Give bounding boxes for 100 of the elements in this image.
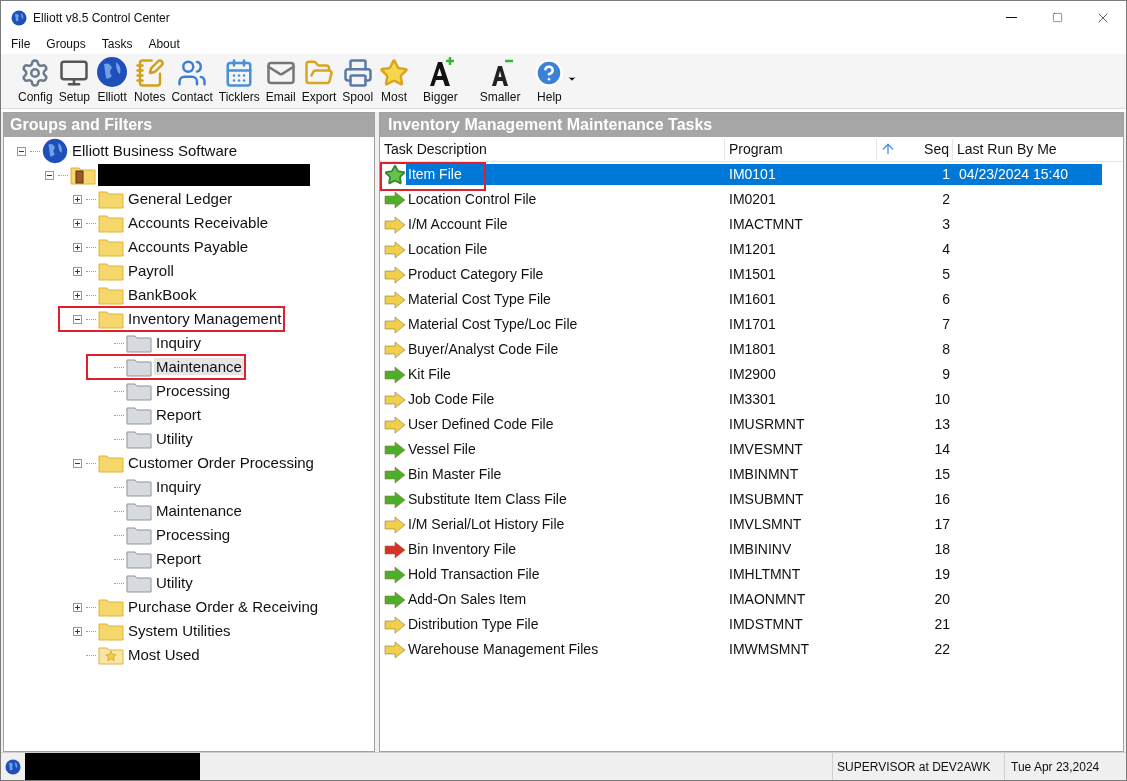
tree-item[interactable]: Most Used [126, 646, 202, 663]
tree-item[interactable]: Maintenance [154, 502, 244, 519]
expander-icon[interactable] [72, 242, 82, 252]
task-row[interactable]: Vessel File IMVESMNT 14 [380, 437, 1102, 462]
column-header[interactable]: Last Run By Me [953, 138, 1057, 160]
task-row[interactable]: Item File IM0101 1 04/23/2024 15:40 [380, 162, 1102, 187]
table-cell-text: IM1801 [728, 340, 777, 359]
toolbar-button[interactable]: Bigger [420, 56, 461, 106]
menu-item[interactable]: Groups [38, 35, 94, 53]
folder-icon [98, 621, 124, 641]
toolbar-button[interactable]: Notes [131, 58, 169, 106]
calendar-icon [224, 58, 255, 88]
toolbar-button[interactable]: Smaller [476, 56, 524, 106]
task-row[interactable]: Distribution Type File IMDSTMNT 21 [380, 612, 1102, 637]
expander-icon[interactable] [72, 314, 82, 324]
table-cell-text: 16 [933, 490, 951, 509]
task-row[interactable]: I/M Account File IMACTMNT 3 [380, 212, 1102, 237]
star-icon [384, 163, 406, 186]
task-row[interactable]: Hold Transaction File IMHLTMNT 19 [380, 562, 1102, 587]
menu-item[interactable]: File [3, 35, 39, 53]
folder-icon [126, 501, 152, 521]
tree-item[interactable]: Maintenance [154, 358, 244, 375]
task-row[interactable]: Product Category File IM1501 5 [380, 262, 1102, 287]
folder-icon [126, 573, 152, 593]
tree-item[interactable]: System Utilities [126, 622, 233, 639]
expander-icon[interactable] [16, 146, 26, 156]
task-row[interactable]: Kit File IM2900 9 [380, 362, 1102, 387]
status-user: SUPERVISOR at DEV2AWK [832, 753, 1004, 780]
expander-icon[interactable] [72, 602, 82, 612]
tree-item[interactable]: Inventory Management [126, 310, 284, 327]
tree-item[interactable]: Customer Order Processing [126, 454, 316, 471]
menu-item[interactable]: Tasks [93, 35, 141, 53]
expander-icon[interactable] [72, 194, 82, 204]
expander-icon[interactable] [72, 626, 82, 636]
task-row[interactable]: User Defined Code File IMUSRMNT 13 [380, 412, 1102, 437]
folder-icon [98, 189, 124, 209]
tree-item[interactable]: Utility [154, 430, 195, 447]
toolbar-button[interactable]: Contact [168, 58, 216, 106]
help-icon [534, 58, 565, 88]
table-cell-text: IMAONMNT [728, 590, 807, 609]
tree-item[interactable]: General Ledger [126, 190, 235, 207]
column-header[interactable]: Seq [899, 138, 953, 160]
table-cell-text: Location Control File [407, 190, 538, 209]
toolbar-button[interactable]: Config [15, 58, 56, 106]
toolbar-button[interactable]: Most [376, 58, 413, 106]
globe-icon [96, 56, 129, 88]
tree-item[interactable]: Accounts Receivable [126, 214, 271, 231]
column-header[interactable]: Program [725, 138, 877, 160]
task-row[interactable]: Substitute Item Class File IMSUBMNT 16 [380, 487, 1102, 512]
task-row[interactable]: Material Cost Type File IM1601 6 [380, 287, 1102, 312]
tree-item[interactable]: BankBook [126, 286, 199, 303]
task-row[interactable]: Location File IM1201 4 [380, 237, 1102, 262]
table-cell-text: IMHLTMNT [728, 565, 802, 584]
task-row[interactable]: Bin Inventory File IMBININV 18 [380, 537, 1102, 562]
minimize-icon [1005, 17, 1017, 18]
task-row[interactable]: Warehouse Management Files IMWMSMNT 22 [380, 637, 1102, 662]
expander-icon[interactable] [72, 458, 82, 468]
expander-icon[interactable] [72, 266, 82, 276]
folder-icon [98, 237, 124, 257]
table-cell: Item File [406, 164, 464, 185]
table-cell-text: 2 [941, 190, 951, 209]
toolbar-button[interactable]: Setup [55, 58, 94, 106]
toolbar-button[interactable]: Spool [339, 58, 377, 106]
toolbar-button[interactable]: Export [298, 58, 340, 106]
folder-icon [98, 597, 124, 617]
toolbar-button[interactable]: Email [262, 58, 299, 106]
tree-item[interactable]: Inquiry [154, 478, 204, 495]
expander-icon[interactable] [72, 218, 82, 228]
tree-item[interactable]: Processing [154, 526, 233, 543]
sort-arrow-icon[interactable] [880, 141, 896, 157]
tree-item[interactable]: Report [154, 406, 204, 423]
task-row[interactable]: Job Code File IM3301 10 [380, 387, 1102, 412]
tree-item[interactable]: Report [154, 550, 204, 567]
task-row[interactable]: Material Cost Type/Loc File IM1701 7 [380, 312, 1102, 337]
task-row[interactable]: Buyer/Analyst Code File IM1801 8 [380, 337, 1102, 362]
expander-icon[interactable] [72, 290, 82, 300]
task-row[interactable]: Location Control File IM0201 2 [380, 187, 1102, 212]
task-row[interactable]: Add-On Sales Item IMAONMNT 20 [380, 587, 1102, 612]
maximize-icon [1051, 12, 1063, 23]
table-cell-text: IM1201 [728, 240, 777, 259]
table-cell-text: IMUSRMNT [728, 415, 806, 434]
toolbar-button[interactable]: Help [531, 58, 568, 106]
column-header[interactable]: Task Description [380, 138, 725, 160]
tree-item[interactable]: Inquiry [154, 334, 204, 351]
toolbar-button[interactable]: Elliott [93, 56, 132, 106]
tree-item[interactable]: Utility [154, 574, 195, 591]
task-row[interactable]: Bin Master File IMBINMNT 15 [380, 462, 1102, 487]
toolbar-button[interactable]: Ticklers [215, 58, 263, 106]
tree-item[interactable]: Processing [154, 382, 233, 399]
table-cell-text: 18 [933, 540, 951, 559]
tree-item[interactable]: Payroll [126, 262, 176, 279]
table-cell-text: Distribution Type File [407, 615, 540, 634]
menu-item[interactable]: About [140, 35, 188, 53]
tree-item[interactable]: Accounts Payable [126, 238, 251, 255]
table-cell-text: IMVESMNT [728, 440, 804, 459]
dropdown-caret-icon[interactable] [567, 74, 578, 84]
tree-item[interactable]: Purchase Order & Receiving [126, 598, 321, 615]
tree-item[interactable]: Elliott Business Software [70, 142, 240, 159]
expander-icon[interactable] [44, 170, 54, 180]
task-row[interactable]: I/M Serial/Lot History File IMVLSMNT 17 [380, 512, 1102, 537]
